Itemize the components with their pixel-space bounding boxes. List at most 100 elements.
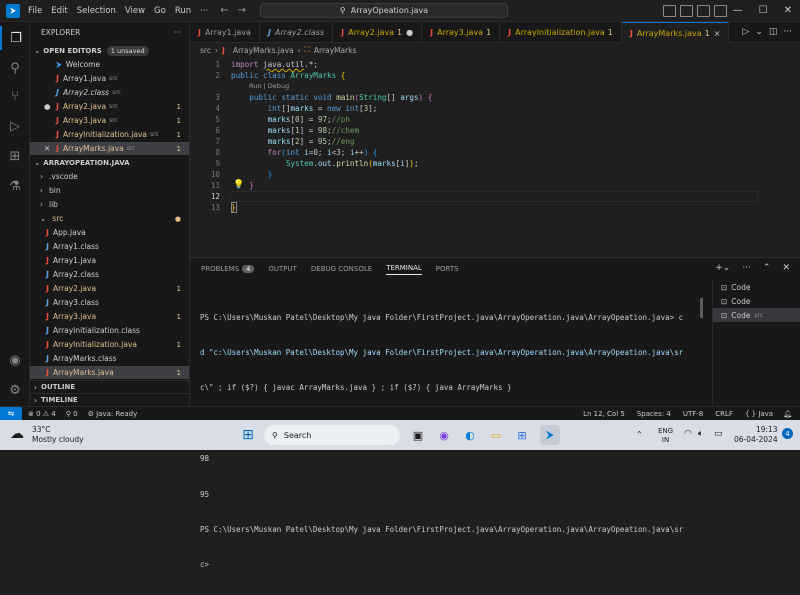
menu-go[interactable]: Go	[154, 6, 166, 16]
menu-view[interactable]: View	[125, 6, 145, 16]
accounts-icon[interactable]: ◉	[0, 348, 30, 372]
folder-item[interactable]: › lib	[30, 198, 189, 211]
open-editor-item[interactable]: J Array3.java src 1	[30, 114, 189, 127]
tab-debug-console[interactable]: DEBUG CONSOLE	[311, 265, 372, 273]
breadcrumb-symbol[interactable]: ArrayMarks	[314, 46, 357, 55]
testing-icon[interactable]: ⚗	[0, 174, 30, 198]
explorer-icon[interactable]: ❐	[0, 26, 30, 50]
file-explorer-icon[interactable]: ▭	[486, 425, 506, 445]
file-item[interactable]: J Array3.java 1	[30, 310, 189, 323]
timeline-header[interactable]: › TIMELINE	[30, 393, 189, 406]
more-actions-icon[interactable]: ···	[174, 28, 181, 37]
weather-widget[interactable]: 33°C Mostly cloudy	[32, 425, 84, 445]
terminal-list-item[interactable]: ⊡ Code	[713, 280, 800, 294]
outline-header[interactable]: › OUTLINE	[30, 380, 189, 393]
volume-icon[interactable]: 🔈︎	[698, 429, 703, 439]
terminal-list-item[interactable]: ⊡ Code	[713, 294, 800, 308]
command-center-search[interactable]: ⚲ ArrayOpeation.java	[260, 3, 509, 18]
tab-ports[interactable]: PORTS	[436, 265, 459, 273]
tab-output[interactable]: OUTPUT	[268, 265, 297, 273]
battery-icon[interactable]: ▭	[714, 429, 723, 439]
cursor-position[interactable]: Ln 12, Col 5	[583, 410, 625, 418]
run-icon[interactable]: ▷	[742, 27, 749, 37]
ports-status[interactable]: ⚲ 0	[66, 410, 78, 418]
close-panel-icon[interactable]: ✕	[782, 263, 790, 273]
menu-more[interactable]: ···	[200, 6, 208, 16]
store-icon[interactable]: ⊞	[512, 425, 532, 445]
teams-icon[interactable]: ◉	[434, 425, 454, 445]
tab-array3-java[interactable]: J Array3.java 1	[422, 22, 501, 43]
windows-start-icon[interactable]: ⊞	[238, 425, 258, 445]
weather-cloud-icon[interactable]: ☁	[10, 426, 24, 442]
terminal-list-item-active[interactable]: ⊡ Code src	[713, 308, 800, 322]
encoding[interactable]: UTF-8	[683, 410, 703, 418]
open-editors-header[interactable]: ⌄ OPEN EDITORS 1 unsaved	[30, 44, 189, 57]
search-icon[interactable]: ⚲	[0, 56, 30, 80]
split-editor-icon[interactable]: ◫	[769, 27, 778, 37]
close-tab-icon[interactable]: ×	[714, 29, 721, 38]
breadcrumb-file[interactable]: ArrayMarks.java	[233, 46, 294, 55]
toggle-panel-icon[interactable]	[679, 4, 693, 17]
chevron-down-icon[interactable]: ⌄	[755, 27, 763, 37]
notifications-bell-icon[interactable]: 🔔︎	[783, 410, 792, 418]
menu-selection[interactable]: Selection	[77, 6, 116, 16]
file-item[interactable]: J Array3.class	[30, 296, 189, 309]
terminal-scrollbar[interactable]	[700, 298, 703, 318]
code-editor[interactable]: 1 2 3 4 5 6 7 8 9 10 11 12 13 import jav…	[190, 57, 800, 257]
menu-edit[interactable]: Edit	[51, 6, 67, 16]
close-editor-icon[interactable]: ✕	[44, 144, 56, 153]
taskbar-search[interactable]: ⚲ Search	[264, 425, 400, 445]
minimize-button[interactable]: —	[733, 5, 743, 16]
maximize-panel-icon[interactable]: ⌃	[763, 263, 771, 273]
file-item[interactable]: J Array1.class	[30, 240, 189, 253]
open-editor-item[interactable]: ● J Array2.java src 1	[30, 100, 189, 113]
folder-item[interactable]: › .vscode	[30, 170, 189, 183]
tab-array2-class[interactable]: J Array2.class	[260, 22, 334, 43]
tab-array1-java[interactable]: J Array1.java	[190, 22, 260, 43]
maximize-button[interactable]: ☐	[759, 5, 768, 16]
customize-layout-icon[interactable]	[713, 4, 727, 17]
clock[interactable]: 19:13 06-04-2024	[734, 425, 778, 445]
extensions-icon[interactable]: ⊞	[0, 144, 30, 168]
java-status[interactable]: ⚙ Java: Ready	[88, 410, 138, 418]
wifi-icon[interactable]: ◠	[684, 429, 692, 439]
folder-item[interactable]: › bin	[30, 184, 189, 197]
run-debug-icon[interactable]: ▷	[0, 114, 30, 138]
indentation[interactable]: Spaces: 4	[637, 410, 671, 418]
vscode-taskbar-icon[interactable]: ⮞	[540, 425, 560, 445]
more-actions-icon[interactable]: ···	[783, 27, 792, 37]
tab-problems[interactable]: PROBLEMS 4	[201, 265, 255, 273]
tab-arraymarks-java[interactable]: J ArrayMarks.java 1 ×	[621, 22, 730, 43]
language-mode[interactable]: { } Java	[745, 410, 773, 418]
back-arrow-icon[interactable]: ←	[220, 5, 228, 16]
new-terminal-icon[interactable]: +⌄	[715, 263, 730, 273]
forward-arrow-icon[interactable]: →	[238, 5, 246, 16]
open-editor-item-active[interactable]: ✕ J ArrayMarks.java src 1	[30, 142, 189, 155]
breadcrumb-folder[interactable]: src	[200, 46, 211, 55]
settings-gear-icon[interactable]: ⚙	[0, 378, 30, 402]
file-item[interactable]: J Array2.java 1	[30, 282, 189, 295]
open-editor-item[interactable]: ⮞ Welcome	[30, 58, 189, 71]
toggle-sidebar-icon[interactable]	[662, 4, 676, 17]
line-ending[interactable]: CRLF	[715, 410, 733, 418]
more-actions-icon[interactable]: ···	[742, 263, 751, 273]
notification-badge[interactable]: 4	[782, 428, 793, 439]
source-control-icon[interactable]: ⑂	[0, 84, 30, 108]
open-editor-item[interactable]: J Array1.java src	[30, 72, 189, 85]
close-button[interactable]: ✕	[784, 5, 792, 16]
menu-file[interactable]: File	[28, 6, 42, 16]
file-item[interactable]: J Array2.class	[30, 268, 189, 281]
file-item[interactable]: J ArrayInitialization.java 1	[30, 338, 189, 351]
tray-chevron-up-icon[interactable]: ⌃	[636, 430, 643, 439]
file-item[interactable]: J App.java	[30, 226, 189, 239]
toggle-secondary-sidebar-icon[interactable]	[696, 4, 710, 17]
run-debug-codelens[interactable]: Run | Debug	[249, 82, 289, 91]
open-editor-item[interactable]: J ArrayInitialization.java src 1	[30, 128, 189, 141]
tab-array2-java[interactable]: J Array2.java 1 ●	[333, 22, 423, 43]
tab-terminal[interactable]: TERMINAL	[386, 264, 422, 275]
file-item-active[interactable]: J ArrayMarks.java 1	[30, 366, 189, 379]
edge-icon[interactable]: ◐	[460, 425, 480, 445]
open-editor-item[interactable]: J Array2.class src	[30, 86, 189, 99]
lightbulb-icon[interactable]: 💡	[233, 180, 244, 190]
file-item[interactable]: J ArrayMarks.class	[30, 352, 189, 365]
